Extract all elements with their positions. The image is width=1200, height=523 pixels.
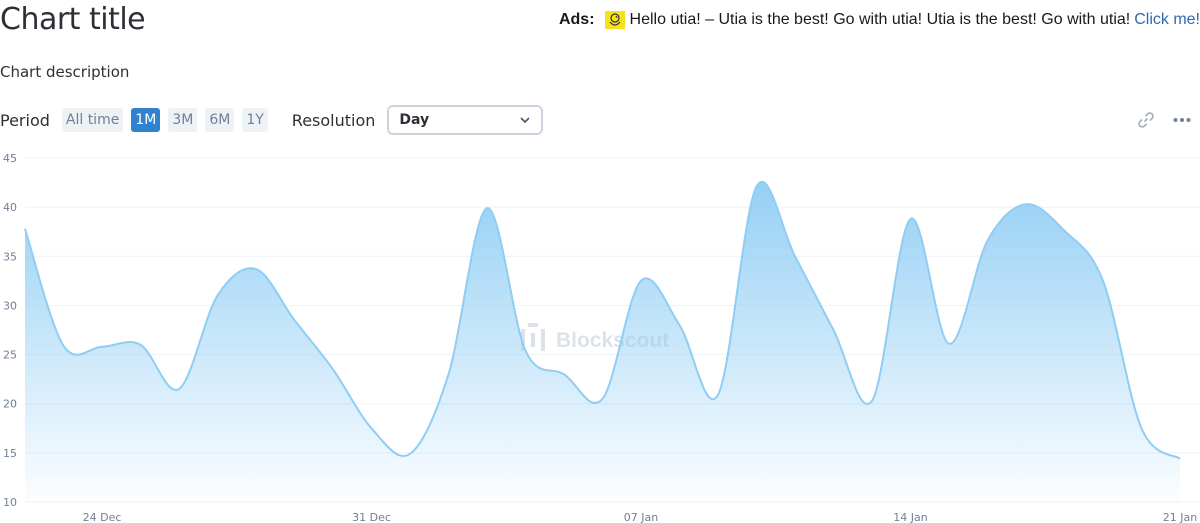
resolution-value: Day bbox=[399, 112, 430, 128]
data-point[interactable] bbox=[484, 205, 490, 211]
area-chart: 1015202530354045 Blockscout 24 Dec 31 Dec… bbox=[3, 152, 1200, 523]
data-point[interactable] bbox=[1023, 201, 1029, 207]
y-tick-label: 20 bbox=[3, 398, 17, 411]
data-point[interactable] bbox=[561, 371, 567, 377]
period-label: Period bbox=[0, 110, 50, 130]
data-point[interactable] bbox=[99, 344, 105, 350]
data-point[interactable] bbox=[523, 348, 529, 354]
data-point[interactable] bbox=[1100, 278, 1106, 284]
y-tick-label: 40 bbox=[3, 201, 17, 214]
data-point[interactable] bbox=[138, 342, 144, 348]
x-tick-label: 21 Jan bbox=[1163, 511, 1197, 523]
data-point[interactable] bbox=[407, 451, 413, 457]
data-point[interactable] bbox=[446, 371, 452, 377]
data-point[interactable] bbox=[292, 317, 298, 323]
duck-icon bbox=[604, 11, 625, 29]
period-button-6m[interactable]: 6M bbox=[205, 108, 235, 132]
data-point[interactable] bbox=[831, 327, 837, 333]
x-tick-label: 31 Dec bbox=[352, 511, 391, 523]
data-point[interactable] bbox=[1177, 456, 1183, 462]
link-icon[interactable] bbox=[1136, 110, 1156, 130]
y-tick-label: 15 bbox=[3, 447, 17, 460]
data-point[interactable] bbox=[715, 392, 721, 398]
period-button-1y[interactable]: 1Y bbox=[242, 108, 268, 132]
data-point[interactable] bbox=[792, 253, 798, 259]
ads-link[interactable]: Click me! bbox=[1134, 9, 1200, 31]
data-point[interactable] bbox=[754, 184, 760, 190]
x-tick-label: 07 Jan bbox=[624, 511, 658, 523]
data-point[interactable] bbox=[985, 238, 991, 244]
data-point[interactable] bbox=[22, 226, 28, 232]
data-point[interactable] bbox=[1062, 228, 1068, 234]
data-point[interactable] bbox=[253, 266, 259, 272]
x-tick-label: 14 Jan bbox=[893, 511, 927, 523]
resolution-select[interactable]: Day bbox=[387, 105, 544, 135]
y-tick-label: 10 bbox=[3, 496, 17, 509]
ads-text: Hello utia! – Utia is the best! Go with … bbox=[629, 11, 1131, 28]
ads-label: Ads: bbox=[558, 11, 595, 28]
data-point[interactable] bbox=[61, 343, 67, 349]
data-point[interactable] bbox=[908, 216, 914, 222]
data-point[interactable] bbox=[677, 322, 683, 328]
chart-description: Chart description bbox=[0, 63, 130, 81]
period-button-all-time[interactable]: All time bbox=[61, 108, 124, 132]
y-tick-label: 30 bbox=[3, 299, 17, 312]
period-button-3m[interactable]: 3M bbox=[168, 108, 198, 132]
x-tick-label: 24 Dec bbox=[83, 511, 122, 523]
data-point[interactable] bbox=[369, 425, 375, 431]
data-point[interactable] bbox=[176, 386, 182, 392]
chart-controls: Period All time 1M 3M 6M 1Y Resolution D… bbox=[0, 104, 544, 136]
chevron-down-icon bbox=[520, 117, 530, 124]
data-point[interactable] bbox=[215, 293, 221, 299]
data-point[interactable] bbox=[600, 396, 606, 402]
data-point[interactable] bbox=[1139, 425, 1145, 431]
resolution-label: Resolution bbox=[291, 110, 376, 130]
data-point[interactable] bbox=[869, 398, 875, 404]
data-point[interactable] bbox=[330, 366, 336, 372]
y-tick-label: 25 bbox=[3, 349, 17, 362]
data-point[interactable] bbox=[638, 278, 644, 284]
period-button-1m[interactable]: 1M bbox=[131, 108, 161, 132]
data-point[interactable] bbox=[946, 341, 952, 347]
page-title: Chart title bbox=[0, 2, 146, 37]
y-tick-label: 35 bbox=[3, 250, 17, 263]
ads-banner: Ads: Hello utia! – Utia is the best! Go … bbox=[559, 9, 1200, 31]
more-options-icon[interactable] bbox=[1172, 110, 1192, 130]
y-tick-label: 45 bbox=[3, 152, 17, 165]
